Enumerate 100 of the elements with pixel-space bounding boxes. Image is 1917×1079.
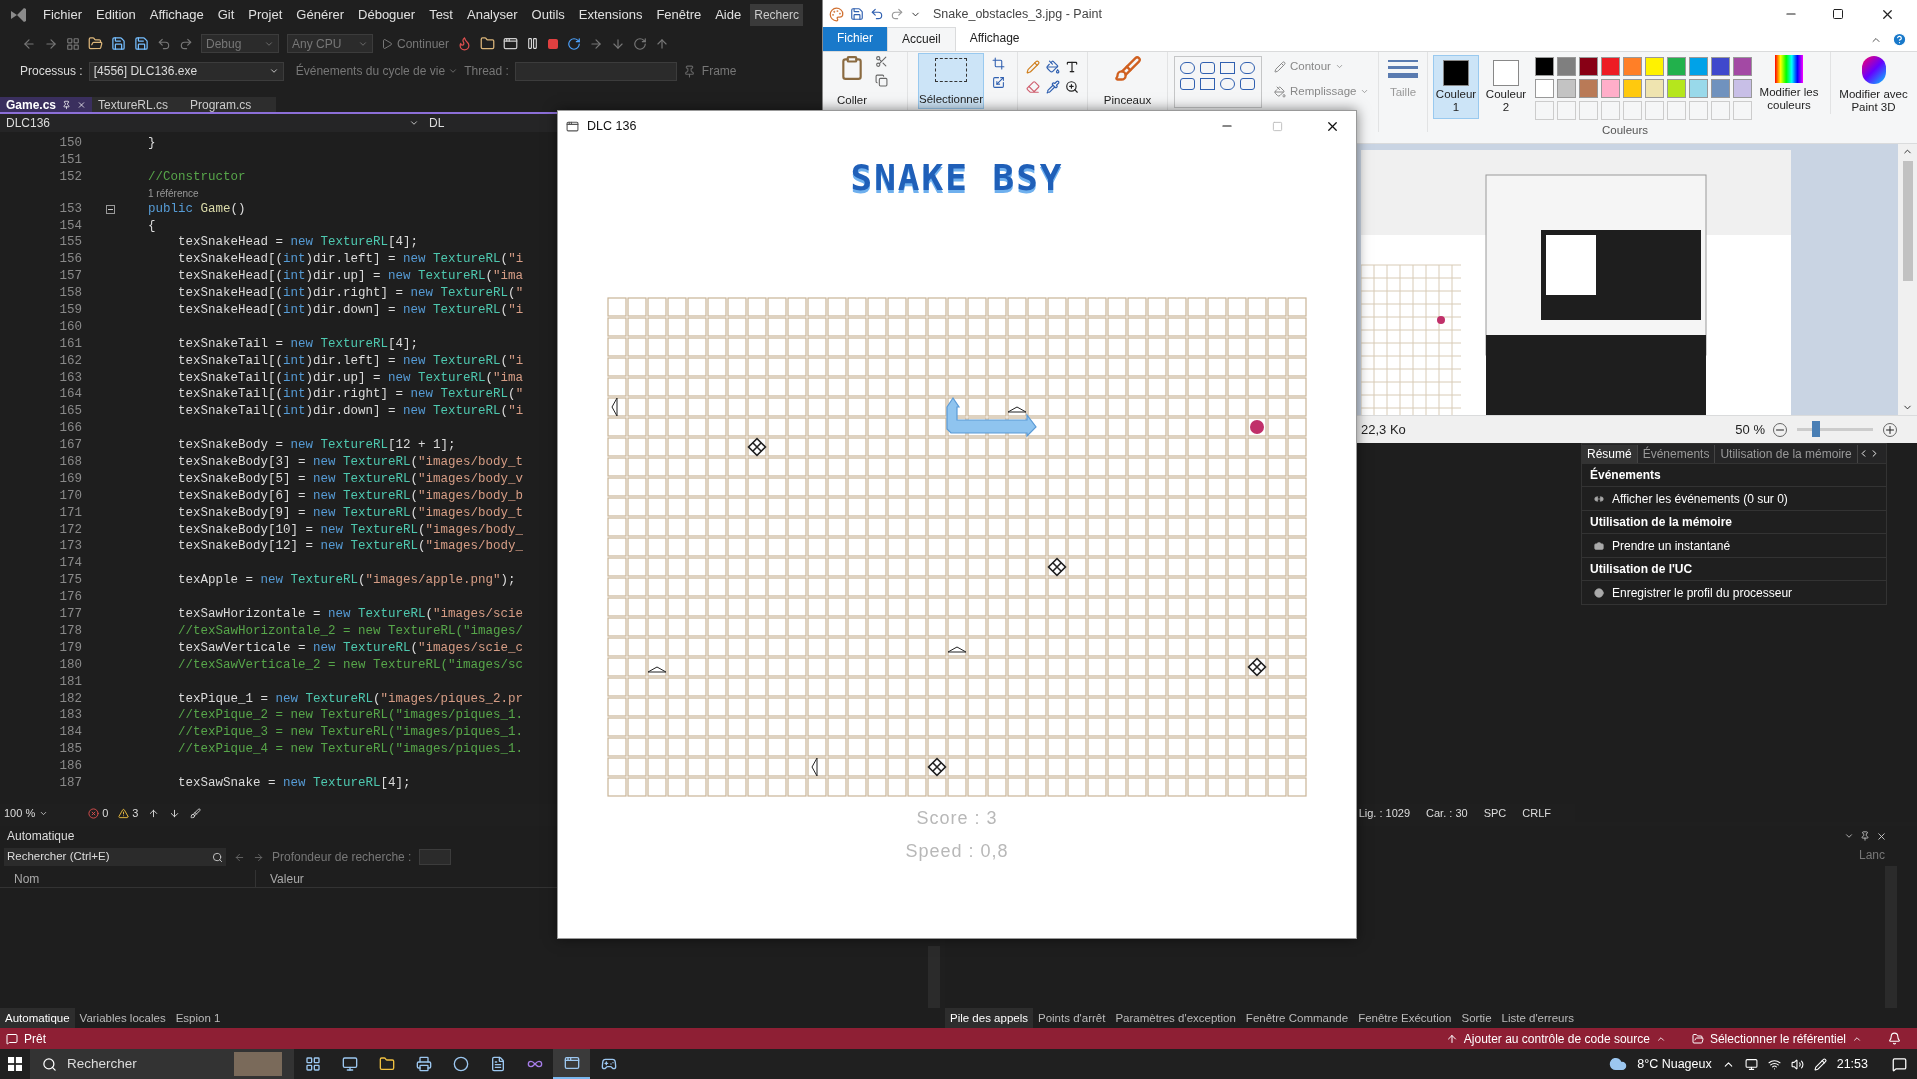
stop-icon[interactable] xyxy=(547,37,560,50)
next-icon[interactable] xyxy=(169,807,181,819)
window-icon[interactable] xyxy=(563,1055,580,1071)
zoom-dropdown[interactable]: 100 % xyxy=(4,804,49,822)
menu-item[interactable]: Test xyxy=(422,5,460,25)
window-icon[interactable] xyxy=(566,119,579,133)
crop-icon[interactable] xyxy=(992,57,1005,70)
repository-button[interactable]: Sélectionner le référentiel xyxy=(1691,1029,1862,1048)
restart-icon[interactable] xyxy=(567,36,582,51)
folder-icon[interactable] xyxy=(378,1056,395,1072)
fill-bucket-icon[interactable] xyxy=(1045,60,1060,74)
window-icon[interactable] xyxy=(503,36,519,51)
collapse-icon[interactable] xyxy=(106,204,115,214)
palette-swatch[interactable] xyxy=(1535,79,1554,98)
shapes-gallery[interactable] xyxy=(1174,56,1262,108)
search-field[interactable]: Recherc xyxy=(750,4,803,26)
palette-swatch[interactable] xyxy=(1645,57,1664,76)
color-picker-icon[interactable] xyxy=(1045,80,1060,94)
menu-item[interactable]: Git xyxy=(210,5,242,25)
palette-swatch[interactable] xyxy=(1689,79,1708,98)
menu-item[interactable]: Projet xyxy=(241,5,290,25)
monitor-icon[interactable] xyxy=(341,1056,358,1072)
menu-item[interactable]: Extensions xyxy=(571,5,650,25)
panel-tab[interactable]: Espion 1 xyxy=(170,1008,226,1028)
help-icon[interactable] xyxy=(1892,32,1907,47)
notification-icon[interactable] xyxy=(1888,1032,1901,1045)
paste-button[interactable]: Coller xyxy=(837,55,868,109)
pin-icon[interactable] xyxy=(62,99,71,110)
palette-swatch[interactable] xyxy=(1711,79,1730,98)
folder-icon[interactable] xyxy=(480,36,496,51)
empty-swatch[interactable] xyxy=(1645,101,1664,120)
panel-tab[interactable]: Utilisation de la mémoire xyxy=(1715,444,1858,463)
column-header[interactable]: Lanc xyxy=(1858,846,1885,866)
step-icon[interactable] xyxy=(589,36,604,51)
palette-swatch[interactable] xyxy=(1623,79,1642,98)
undo-icon[interactable] xyxy=(157,36,171,51)
project-dropdown[interactable]: DLC136 xyxy=(0,114,425,132)
pin-icon[interactable] xyxy=(1860,831,1870,841)
color-slot-button[interactable]: Couleur 1 xyxy=(1433,55,1479,119)
file-tab[interactable]: Game.cs xyxy=(0,97,92,112)
empty-swatch[interactable] xyxy=(1535,101,1554,120)
column-indicator[interactable]: Car. : 30 xyxy=(1426,804,1468,822)
search-icon[interactable] xyxy=(212,851,223,863)
file-tab[interactable]: Program.cs xyxy=(184,97,276,112)
empty-swatch[interactable] xyxy=(1623,101,1642,120)
paint-app-icon[interactable] xyxy=(829,6,844,22)
flag-icon[interactable] xyxy=(682,64,696,78)
whitespace-indicator[interactable]: SPC xyxy=(1483,804,1507,822)
process-dropdown[interactable]: [4556] DLC136.exe xyxy=(88,61,284,81)
empty-swatch[interactable] xyxy=(1689,101,1708,120)
empty-swatch[interactable] xyxy=(1601,101,1620,120)
action-link[interactable]: Afficher les événements (0 sur 0) xyxy=(1612,489,1788,508)
menu-item[interactable]: Déboguer xyxy=(351,5,423,25)
weather-widget[interactable]: 8°C Nuageux xyxy=(1637,1054,1712,1074)
zoom-slider-thumb[interactable] xyxy=(1812,421,1820,437)
palette-swatch[interactable] xyxy=(1645,79,1664,98)
scope-dropdown[interactable]: DL xyxy=(425,114,449,132)
close-icon[interactable] xyxy=(1876,830,1887,842)
new-item-icon[interactable] xyxy=(66,36,80,51)
shape-icon[interactable] xyxy=(1240,78,1255,90)
warning-count[interactable]: 3 xyxy=(118,804,139,822)
palette-swatch[interactable] xyxy=(1733,79,1752,98)
palette-swatch[interactable] xyxy=(1557,57,1576,76)
scrollbar-thumb[interactable] xyxy=(1902,161,1913,281)
ribbon-tab[interactable]: Fichier xyxy=(823,27,887,51)
gamepad-icon[interactable] xyxy=(600,1056,617,1072)
notifications-icon[interactable] xyxy=(1892,1056,1907,1072)
panel-tab[interactable]: Paramètres d'exception xyxy=(1110,1008,1241,1028)
search-field[interactable]: Rechercher (Ctrl+E) xyxy=(7,848,177,866)
display-icon[interactable] xyxy=(1744,1057,1758,1071)
menu-item[interactable]: Outils xyxy=(524,5,572,25)
back-icon[interactable] xyxy=(22,36,36,51)
shape-icon[interactable] xyxy=(1180,78,1195,90)
palette-swatch[interactable] xyxy=(1711,57,1730,76)
menu-item[interactable]: Fichier xyxy=(36,5,89,25)
palette-swatch[interactable] xyxy=(1689,57,1708,76)
menu-item[interactable]: Analyser xyxy=(460,5,525,25)
save-icon[interactable] xyxy=(111,36,126,51)
palette-swatch[interactable] xyxy=(1623,57,1642,76)
palette-swatch[interactable] xyxy=(1733,57,1752,76)
menu-item[interactable]: Fenêtre xyxy=(649,5,709,25)
step-out-icon[interactable] xyxy=(655,36,670,51)
empty-swatch[interactable] xyxy=(1667,101,1686,120)
ribbon-tab[interactable]: Accueil xyxy=(887,27,956,51)
empty-swatch[interactable] xyxy=(1733,101,1752,120)
open-folder-icon[interactable] xyxy=(88,36,103,51)
back-icon[interactable] xyxy=(234,851,245,863)
scrollbar[interactable] xyxy=(1898,144,1917,415)
printer-icon[interactable] xyxy=(415,1056,432,1072)
paint3d-button[interactable]: Modifier avec Paint 3D xyxy=(1830,52,1910,114)
search-box[interactable]: Rechercher (Ctrl+E) xyxy=(4,848,226,866)
palette-swatch[interactable] xyxy=(1579,57,1598,76)
error-count[interactable]: 0 xyxy=(88,804,109,822)
step-over-icon[interactable] xyxy=(633,36,648,51)
task-view-icon[interactable] xyxy=(304,1056,321,1072)
panel-tab[interactable]: Points d'arrêt xyxy=(1033,1008,1111,1028)
empty-swatch[interactable] xyxy=(1711,101,1730,120)
select-button[interactable]: Sélectionner xyxy=(918,53,984,109)
forward-icon[interactable] xyxy=(44,36,58,51)
column-header[interactable]: Nom xyxy=(0,869,256,888)
